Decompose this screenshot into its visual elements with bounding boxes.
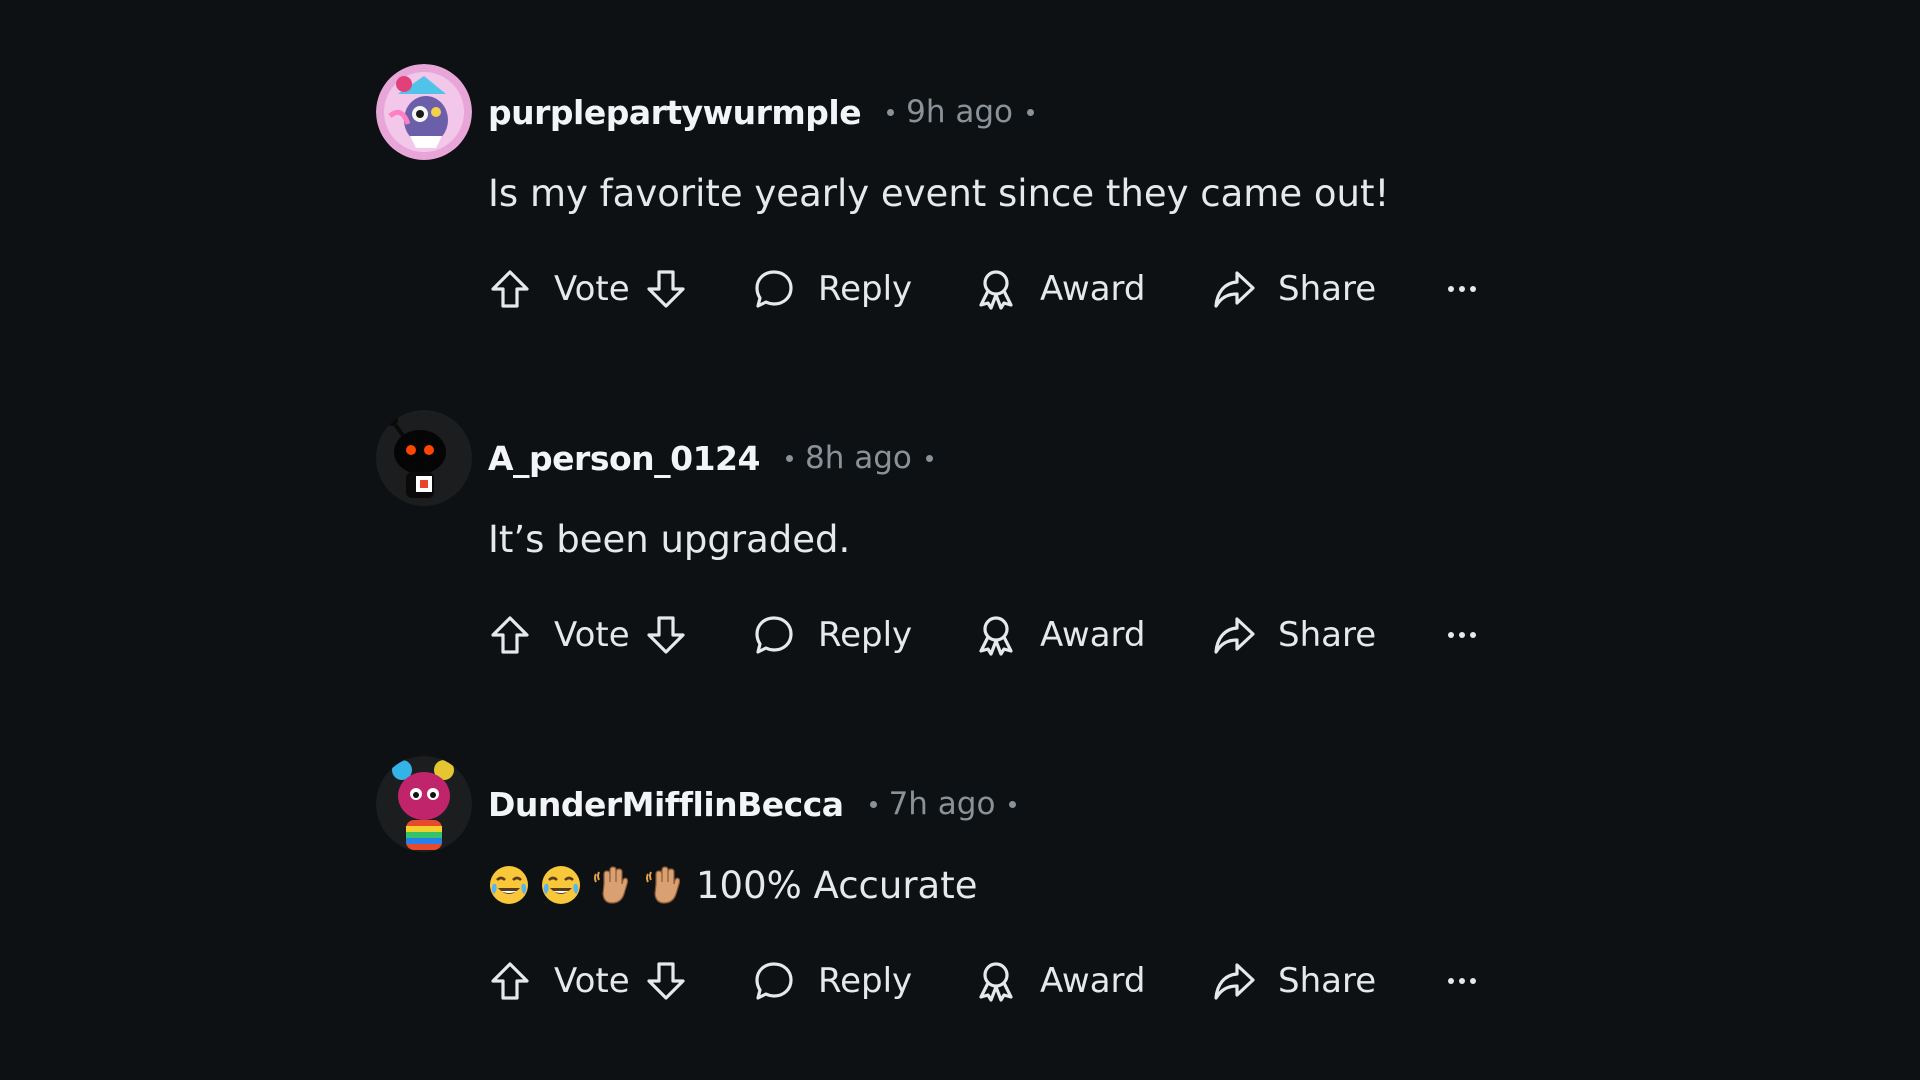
share-arrow-icon xyxy=(1212,959,1256,1003)
share-label: Share xyxy=(1278,269,1377,309)
comment-actions: Vote Reply Award Share xyxy=(488,604,1488,666)
arrow-down-icon[interactable] xyxy=(644,267,688,311)
comment-header: purplepartywurmple 9h ago xyxy=(488,84,1034,140)
comment: A_person_0124 8h ago It’s been upgraded.… xyxy=(376,410,1496,710)
vote-label: Vote xyxy=(554,269,630,309)
speech-bubble-icon xyxy=(752,613,796,657)
comment-actions: Vote Reply Award Share xyxy=(488,258,1488,320)
vote-group: Vote xyxy=(488,950,630,1012)
separator-dot xyxy=(869,800,877,808)
separator-dot xyxy=(1009,800,1017,808)
share-button[interactable]: Share xyxy=(1212,950,1376,1012)
reply-button[interactable]: Reply xyxy=(752,258,912,320)
arrow-up-icon[interactable] xyxy=(488,267,532,311)
share-label: Share xyxy=(1278,961,1377,1001)
avatar[interactable] xyxy=(376,756,472,852)
comment-text: It’s been upgraded. xyxy=(488,518,851,561)
separator-dot xyxy=(1027,108,1034,116)
award-button[interactable]: Award xyxy=(974,604,1146,666)
comment-actions: Vote Reply Award Share xyxy=(488,950,1488,1012)
vote-group: Vote xyxy=(488,258,630,320)
username[interactable]: purplepartywurmple xyxy=(488,93,862,132)
reply-label: Reply xyxy=(818,269,913,309)
comment-text: Is my favorite yearly event since they c… xyxy=(488,172,1390,215)
award-label: Award xyxy=(1040,961,1146,1001)
comment: purplepartywurmple 9h ago Is my favorite… xyxy=(376,64,1496,364)
avatar[interactable] xyxy=(376,64,472,160)
comment-thread: purplepartywurmple 9h ago Is my favorite… xyxy=(0,0,1920,1080)
username[interactable]: A_person_0124 xyxy=(488,439,760,478)
award-ribbon-icon xyxy=(974,267,1018,311)
username[interactable]: DunderMifflinBecca xyxy=(488,785,844,824)
vote-group: Vote xyxy=(488,604,630,666)
share-button[interactable]: Share xyxy=(1212,258,1376,320)
award-label: Award xyxy=(1040,615,1146,655)
reply-button[interactable]: Reply xyxy=(752,950,912,1012)
ellipsis-icon[interactable] xyxy=(1440,613,1484,657)
comment-header: DunderMifflinBecca 7h ago xyxy=(488,776,1017,832)
comment-body: Is my favorite yearly event since they c… xyxy=(488,172,1389,215)
arrow-down-icon[interactable] xyxy=(644,959,688,1003)
avatar[interactable] xyxy=(376,410,472,506)
separator-dot xyxy=(887,108,895,116)
timestamp[interactable]: 8h ago xyxy=(805,440,912,476)
share-label: Share xyxy=(1278,615,1377,655)
tears-of-joy-emoji xyxy=(488,864,530,906)
ellipsis-icon[interactable] xyxy=(1440,267,1484,311)
comment-header: A_person_0124 8h ago xyxy=(488,430,933,486)
speech-bubble-icon xyxy=(752,267,796,311)
timestamp[interactable]: 9h ago xyxy=(906,94,1013,130)
award-button[interactable]: Award xyxy=(974,258,1146,320)
separator-dot xyxy=(785,454,793,462)
arrow-down-icon[interactable] xyxy=(644,613,688,657)
waving-hand-emoji xyxy=(592,864,634,906)
share-arrow-icon xyxy=(1212,267,1256,311)
comment: DunderMifflinBecca 7h ago 100% Accurate … xyxy=(376,756,1496,1056)
comment-body: It’s been upgraded. xyxy=(488,518,850,561)
arrow-up-icon[interactable] xyxy=(488,613,532,657)
vote-label: Vote xyxy=(554,615,630,655)
award-label: Award xyxy=(1040,269,1146,309)
separator-dot xyxy=(925,454,933,462)
arrow-up-icon[interactable] xyxy=(488,959,532,1003)
comment-text: 100% Accurate xyxy=(696,864,978,907)
award-ribbon-icon xyxy=(974,613,1018,657)
reply-label: Reply xyxy=(818,615,913,655)
award-button[interactable]: Award xyxy=(974,950,1146,1012)
vote-label: Vote xyxy=(554,961,630,1001)
reply-label: Reply xyxy=(818,961,913,1001)
tears-of-joy-emoji xyxy=(540,864,582,906)
ellipsis-icon[interactable] xyxy=(1440,959,1484,1003)
timestamp[interactable]: 7h ago xyxy=(889,786,996,822)
waving-hand-emoji xyxy=(644,864,686,906)
speech-bubble-icon xyxy=(752,959,796,1003)
award-ribbon-icon xyxy=(974,959,1018,1003)
share-button[interactable]: Share xyxy=(1212,604,1376,666)
comment-body: 100% Accurate xyxy=(488,864,978,907)
reply-button[interactable]: Reply xyxy=(752,604,912,666)
share-arrow-icon xyxy=(1212,613,1256,657)
